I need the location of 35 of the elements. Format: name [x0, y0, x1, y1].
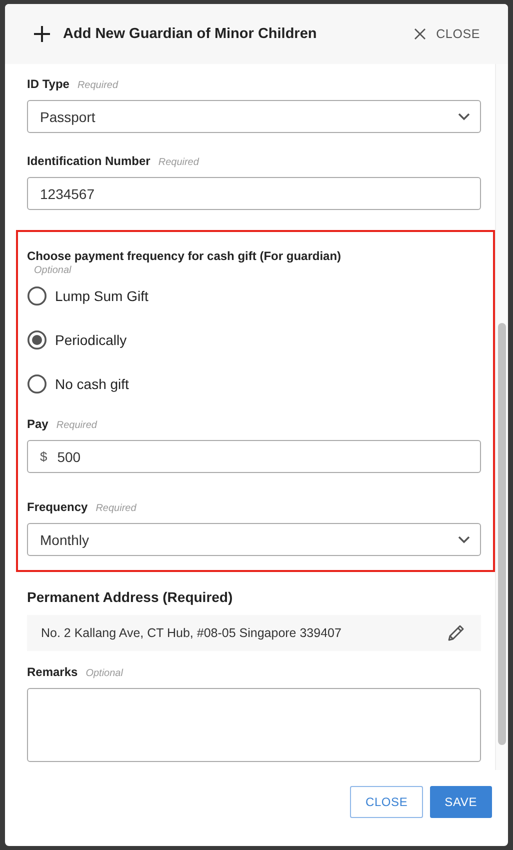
field-hint: Required [158, 156, 199, 170]
radio-label: Lump Sum Gift [55, 288, 148, 304]
field-label: Remarks [27, 664, 78, 680]
currency-input-field[interactable]: $ 500 [27, 440, 481, 473]
pencil-icon[interactable] [447, 624, 465, 642]
radio-label: No cash gift [55, 376, 129, 392]
radio-button[interactable] [27, 330, 47, 350]
close-icon [414, 28, 426, 40]
field-hint: Required [77, 79, 118, 93]
field-hint: Required [56, 419, 97, 433]
close-button[interactable]: CLOSE [350, 786, 423, 818]
radio-label: Periodically [55, 332, 127, 348]
field-hint: Optional [86, 667, 123, 681]
field-hint: Optional [33, 264, 72, 278]
dialog-title: Add New Guardian of Minor Children [63, 26, 318, 42]
save-button[interactable]: SAVE [430, 786, 492, 818]
close-button[interactable]: CLOSE [414, 27, 480, 41]
address-label: Permanent Address (Required) [27, 588, 234, 606]
radio-button[interactable] [27, 374, 47, 394]
field-label: Pay [27, 416, 48, 432]
input-field[interactable]: 1234567 [27, 177, 481, 210]
select-field[interactable]: Passport [27, 100, 481, 133]
radio-button[interactable] [27, 286, 47, 306]
field-label: Frequency [27, 499, 88, 515]
question-label: Choose payment frequency for cash gift (For guardian) [27, 248, 342, 264]
field-label: Identification Number [27, 153, 150, 169]
plus-icon [33, 25, 51, 43]
scrollbar[interactable] [495, 64, 508, 770]
field-hint: Required [96, 502, 136, 516]
field-label: ID Type [27, 76, 70, 92]
remarks-field[interactable] [27, 688, 481, 762]
chevron-down-icon [458, 536, 470, 544]
chevron-down-icon [458, 112, 470, 120]
select-field[interactable]: Monthly [27, 523, 481, 556]
address-field: No. 2 Kallang Ave, CT Hub, #08-05 Singapore 339407 [27, 615, 481, 651]
